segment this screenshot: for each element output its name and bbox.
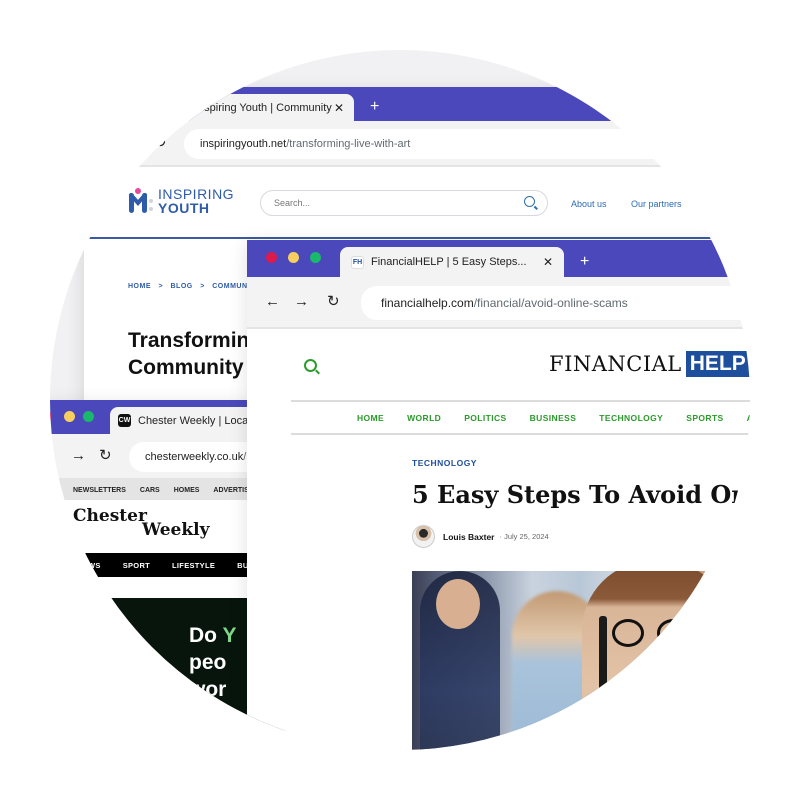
minimize-window-dot[interactable]: [117, 98, 128, 109]
logo-part1: FINANCIAL: [549, 352, 682, 376]
breadcrumb-blog[interactable]: BLOG: [171, 283, 193, 290]
nav-sports[interactable]: SPORTS: [686, 413, 723, 423]
site-logo[interactable]: INSPIRING YOUTH: [128, 187, 234, 215]
nav-sport[interactable]: SPORT: [123, 561, 150, 570]
search-placeholder: Search...: [274, 198, 311, 208]
close-tab-icon[interactable]: ✕: [543, 255, 553, 269]
forward-icon[interactable]: →: [126, 135, 141, 150]
tab-inspiring-youth[interactable]: IY Inspiring Youth | Community ✕: [166, 94, 354, 121]
stage: IY Inspiring Youth | Community ✕ + ← → ↻…: [0, 0, 800, 800]
logo-part1: Chester: [73, 506, 147, 526]
search-icon[interactable]: [304, 359, 317, 372]
browser-window-financial-help: FH FinancialHELP | 5 Easy Steps... ✕ + ←…: [247, 240, 750, 750]
photo-phone: [599, 616, 607, 696]
logo-part2: HELP: [685, 351, 750, 377]
address-bar[interactable]: inspiringyouth.net/transforming-live-wit…: [184, 129, 750, 159]
reload-icon[interactable]: ↻: [99, 448, 112, 463]
close-window-dot[interactable]: [266, 252, 277, 263]
page-title-line2: Community: [128, 356, 244, 379]
top-nav-cars[interactable]: CARS: [140, 487, 160, 494]
minimize-window-dot[interactable]: [64, 411, 75, 422]
maximize-window-dot[interactable]: [83, 411, 94, 422]
favicon: FH: [351, 255, 364, 269]
photo-glasses-right: [657, 619, 689, 647]
site-logo[interactable]: FINANCIAL HELP: [549, 351, 750, 377]
minimize-window-dot[interactable]: [288, 252, 299, 263]
top-nav-homes[interactable]: HOMES: [174, 487, 200, 494]
back-icon[interactable]: ←: [265, 294, 280, 309]
tab-title: FinancialHELP | 5 Easy Steps...: [371, 256, 527, 268]
logo-text-line1: INSPIRING: [158, 186, 235, 202]
site-header: INSPIRING YOUTH Search... About us Our p…: [84, 167, 750, 239]
breadcrumb-separator: >: [200, 283, 205, 290]
breadcrumb: HOME > BLOG > COMMUNITY: [128, 283, 265, 290]
tab-title: Chester Weekly | Local: [138, 414, 251, 427]
article-title: 5 Easy Steps To Avoid Online Scams: [412, 480, 750, 509]
article-hero-image: [412, 571, 750, 750]
tab-financial-help[interactable]: FH FinancialHELP | 5 Easy Steps... ✕: [340, 247, 564, 277]
titlebar: IY Inspiring Youth | Community ✕ +: [84, 87, 750, 121]
search-input[interactable]: Search...: [260, 190, 548, 216]
toolbar: ← → ↻ financialhelp.com/financial/avoid-…: [247, 277, 750, 329]
author-name[interactable]: Louis Baxter: [443, 532, 495, 542]
url-host: financialhelp.com: [381, 296, 474, 310]
breadcrumb-home[interactable]: HOME: [128, 283, 151, 290]
breadcrumb-separator: >: [158, 283, 164, 290]
nav-technology[interactable]: TECHNOLOGY: [599, 413, 663, 423]
nav-link-about-us[interactable]: About us: [571, 199, 607, 209]
logo-part2: Weekly: [142, 520, 210, 540]
close-window-dot[interactable]: [50, 411, 52, 422]
page-title: Transforming Community: [128, 327, 262, 381]
nav-business[interactable]: BUSINESS: [530, 413, 577, 423]
maximize-window-dot[interactable]: [310, 252, 321, 263]
page-title-line1: Transforming: [128, 329, 263, 352]
avatar: [412, 525, 435, 548]
back-icon[interactable]: ←: [100, 135, 115, 150]
new-tab-icon[interactable]: +: [580, 254, 589, 270]
reload-icon[interactable]: ↻: [327, 294, 340, 309]
photo-person-left-head: [436, 579, 480, 629]
nav-news[interactable]: NEWS: [77, 561, 101, 570]
url-host: chesterweekly.co.uk: [145, 451, 244, 463]
nav-politics[interactable]: POLITICS: [464, 413, 506, 423]
hero-text-highlight: Y: [222, 624, 237, 647]
hero-text-a: Do: [189, 624, 223, 647]
reload-icon[interactable]: ↻: [154, 135, 167, 150]
toolbar: ← → ↻ inspiringyouth.net/transforming-li…: [84, 121, 750, 167]
url-path: /financial/avoid-online-scams: [473, 296, 628, 310]
logo-text-line2: YOUTH: [158, 200, 210, 216]
close-window-dot[interactable]: [99, 98, 110, 109]
url-host: inspiringyouth.net: [200, 138, 287, 150]
new-tab-icon[interactable]: +: [370, 99, 379, 115]
nav-world[interactable]: WORLD: [407, 413, 441, 423]
main-nav: HOME WORLD POLITICS BUSINESS TECHNOLOGY …: [291, 400, 750, 435]
publish-date-value: July 25, 2024: [504, 532, 549, 541]
favicon: CW: [118, 414, 131, 427]
address-bar[interactable]: financialhelp.com/financial/avoid-online…: [361, 286, 750, 320]
byline: Louis Baxter · July 25, 2024: [412, 525, 549, 548]
publish-date: · July 25, 2024: [499, 532, 549, 541]
nav-arts[interactable]: ARTS: [747, 413, 750, 423]
close-tab-icon[interactable]: ✕: [334, 101, 344, 115]
forward-icon[interactable]: →: [294, 294, 309, 309]
search-icon[interactable]: [524, 196, 535, 207]
article-category[interactable]: TECHNOLOGY: [412, 458, 477, 468]
nav-lifestyle[interactable]: LIFESTYLE: [172, 561, 215, 570]
site-header: FINANCIAL HELP: [247, 329, 750, 409]
titlebar: FH FinancialHELP | 5 Easy Steps... ✕ +: [247, 240, 750, 277]
nav-home[interactable]: HOME: [357, 413, 384, 423]
photo-glasses-left: [612, 619, 644, 647]
maximize-window-dot[interactable]: [135, 98, 146, 109]
top-nav-newsletters[interactable]: NEWSLETTERS: [73, 487, 126, 494]
forward-icon[interactable]: →: [71, 448, 86, 463]
favicon: IY: [175, 101, 188, 114]
url-path: /transforming-live-with-art: [286, 138, 411, 150]
nav-link-our-partners[interactable]: Our partners: [631, 199, 682, 209]
tab-title: Inspiring Youth | Community: [195, 101, 332, 114]
logo-mark-icon: [129, 188, 153, 213]
circle-clip: IY Inspiring Youth | Community ✕ + ← → ↻…: [50, 50, 750, 750]
back-icon[interactable]: ←: [50, 448, 52, 463]
